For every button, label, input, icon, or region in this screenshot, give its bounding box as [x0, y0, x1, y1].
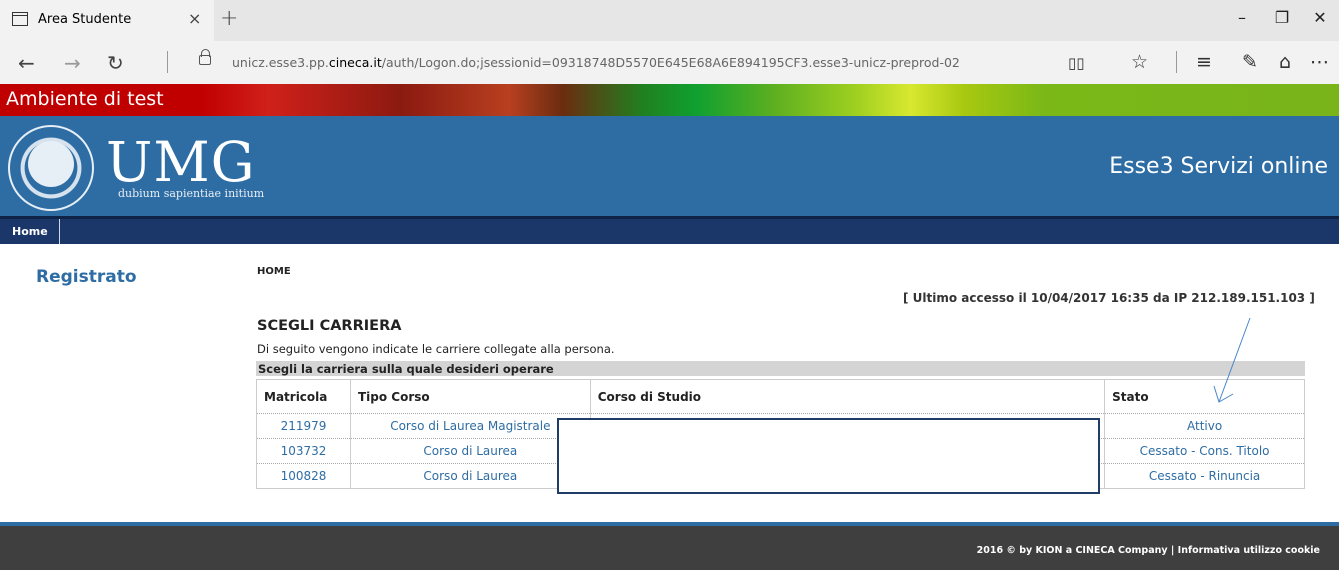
last-access-info: [ Ultimo accesso il 10/04/2017 16:35 da … — [903, 291, 1315, 305]
main-menu: Home — [0, 216, 1339, 244]
close-window-button[interactable]: ✕ — [1300, 8, 1339, 27]
reading-view-icon[interactable]: ▯▯ — [1068, 54, 1085, 72]
matricola-link[interactable]: 211979 — [256, 413, 351, 439]
table-header-row: Matricola Tipo Corso Corso di Studio Sta… — [256, 379, 1305, 414]
redaction-box — [557, 418, 1100, 494]
share-icon[interactable]: ⌂ — [1279, 51, 1291, 73]
sidebar-title: Registrato — [36, 267, 137, 287]
refresh-icon[interactable]: ↻ — [107, 51, 124, 75]
tipo-corso-link[interactable]: Corso di Laurea Magistrale — [349, 413, 591, 439]
menu-item-home[interactable]: Home — [0, 219, 60, 244]
matricola-link[interactable]: 100828 — [256, 463, 351, 489]
tipo-corso-link[interactable]: Corso di Laurea — [349, 463, 591, 489]
breadcrumb: HOME — [257, 266, 291, 277]
banner-label: Ambiente di test — [6, 88, 164, 110]
minimize-button[interactable]: – — [1222, 8, 1262, 27]
hub-icon[interactable]: ≡ — [1196, 51, 1212, 73]
footer-text[interactable]: 2016 © by KION a CINECA Company | Inform… — [977, 545, 1320, 556]
site-footer: 2016 © by KION a CINECA Company | Inform… — [0, 522, 1339, 570]
annotation-arrow-icon — [1213, 317, 1251, 403]
column-header-tipo-corso: Tipo Corso — [349, 379, 591, 414]
lock-icon[interactable] — [199, 49, 211, 65]
service-title: Esse3 Servizi online — [1109, 154, 1328, 179]
column-header-matricola: Matricola — [256, 379, 351, 414]
forward-icon[interactable]: → — [64, 51, 81, 75]
more-icon[interactable]: ⋯ — [1310, 51, 1329, 73]
column-header-corso-studio: Corso di Studio — [589, 379, 1106, 414]
tipo-corso-link[interactable]: Corso di Laurea — [349, 438, 591, 464]
new-tab-button[interactable]: + — [220, 6, 238, 31]
logo-text[interactable]: UMG — [106, 130, 256, 194]
url-field[interactable]: unicz.esse3.pp.cineca.it/auth/Logon.do;j… — [232, 55, 960, 70]
browser-tab-bar: Area Studente × + – ❐ ✕ — [0, 0, 1339, 41]
page-description: Di seguito vengono indicate le carriere … — [257, 342, 615, 356]
page-title: SCEGLI CARRIERA — [257, 318, 402, 334]
stato-link[interactable]: Attivo — [1104, 413, 1305, 439]
stato-link[interactable]: Cessato - Rinuncia — [1104, 463, 1305, 489]
table-caption: Scegli la carriera sulla quale desideri … — [256, 361, 1305, 376]
tab-close-icon[interactable]: × — [188, 9, 201, 28]
page-icon — [12, 12, 28, 26]
site-header: UMG dubium sapientiae initium Esse3 Serv… — [0, 116, 1339, 216]
restore-button[interactable]: ❐ — [1262, 8, 1302, 27]
browser-tab[interactable]: Area Studente × — [0, 0, 214, 41]
favorite-star-icon[interactable]: ☆ — [1131, 51, 1148, 73]
stato-link[interactable]: Cessato - Cons. Titolo — [1104, 438, 1305, 464]
matricola-link[interactable]: 103732 — [256, 438, 351, 464]
university-seal-logo[interactable] — [8, 125, 94, 211]
toolbar-divider — [1176, 51, 1177, 73]
toolbar-divider — [167, 51, 168, 73]
tab-title: Area Studente — [38, 12, 132, 27]
web-note-icon[interactable]: ✎ — [1242, 51, 1258, 73]
test-environment-banner: Ambiente di test — [0, 84, 1339, 116]
back-icon[interactable]: ← — [18, 51, 35, 75]
logo-motto: dubium sapientiae initium — [118, 187, 265, 200]
